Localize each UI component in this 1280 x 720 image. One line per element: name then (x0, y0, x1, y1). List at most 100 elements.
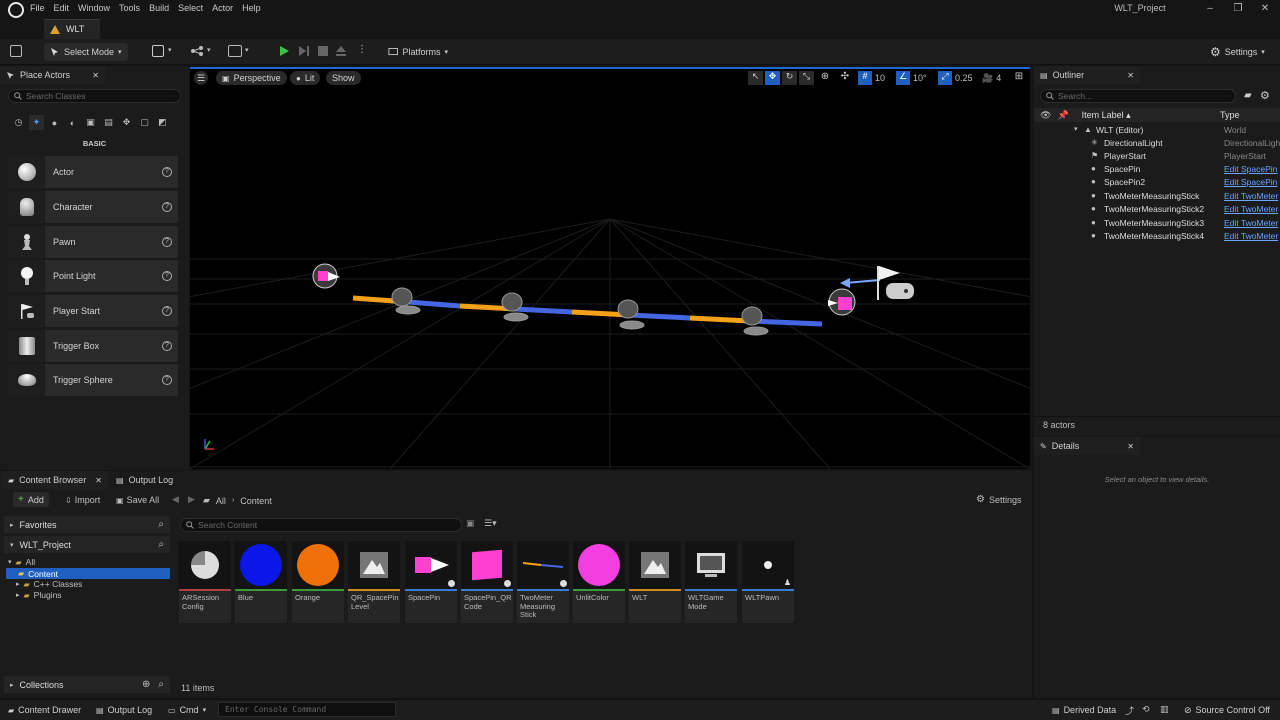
recent-icon[interactable]: ◷ (11, 115, 26, 130)
source-control-button[interactable]: ⊘ Source Control Off (1184, 703, 1270, 717)
tree-item-content[interactable]: ▰ Content (6, 568, 170, 579)
eject-button[interactable] (335, 45, 347, 57)
add-content-icon[interactable] (152, 45, 164, 57)
select-mode-dropdown[interactable]: Select Mode ▾ (44, 43, 128, 61)
filter-icon[interactable]: ☰▾ (484, 518, 497, 529)
asset-twometer-measuring-stick[interactable]: TwoMeter Measuring Stick (517, 541, 569, 623)
cinematics-icon[interactable] (228, 45, 242, 57)
content-settings-button[interactable]: ⚙ Settings (976, 494, 1022, 505)
checkout-icon[interactable]: ▥ (1160, 704, 1169, 715)
outliner-search-input[interactable]: Search... (1040, 89, 1236, 103)
edit-blueprint-link[interactable]: Edit SpacePin (1224, 177, 1280, 187)
viewport-menu-icon[interactable]: ☰ (194, 71, 208, 85)
shapes-icon[interactable]: ◐ (65, 115, 80, 130)
geometry-icon[interactable]: ◩ (155, 115, 170, 130)
revision-icon[interactable]: ⟲ (1142, 704, 1150, 715)
save-search-icon[interactable]: ▣ (466, 518, 475, 529)
breadcrumb-all[interactable]: All (216, 496, 226, 506)
all-classes-icon[interactable]: ▢ (137, 115, 152, 130)
play-button[interactable] (278, 45, 290, 57)
asset-qr-spacepin-level[interactable]: QR_SpacePin Level (348, 541, 400, 623)
select-tool-icon[interactable]: ↖ (748, 71, 763, 85)
show-dropdown[interactable]: Show (326, 71, 361, 85)
basic-category-icon[interactable]: ✦ (29, 115, 44, 130)
asset-spacepin[interactable]: SpacePin (405, 541, 457, 623)
actor-item-trigger-box[interactable]: Trigger Box ? (8, 330, 178, 362)
back-icon[interactable]: ◀ (172, 494, 179, 505)
chevron-down-icon[interactable]: ▾ (207, 46, 211, 54)
platforms-dropdown[interactable]: Platforms ▾ (382, 43, 454, 61)
unreal-logo-icon[interactable] (8, 2, 24, 18)
menu-select[interactable]: Select (178, 1, 212, 15)
menu-edit[interactable]: Edit (54, 1, 79, 15)
content-drawer-button[interactable]: ▰ Content Drawer (8, 703, 81, 717)
settings-dropdown[interactable]: ⚙ Settings ▾ (1204, 43, 1274, 61)
cinematic-icon[interactable]: ▣ (83, 115, 98, 130)
menu-build[interactable]: Build (149, 1, 178, 15)
menu-window[interactable]: Window (78, 1, 119, 15)
move-tool-icon[interactable]: ✥ (765, 71, 780, 85)
actor-item-player-start[interactable]: Player Start ? (8, 295, 178, 327)
close-icon[interactable]: ✕ (1127, 442, 1134, 451)
outliner-row-spacepin[interactable]: ● SpacePin Edit SpacePin (1036, 164, 1280, 177)
outliner-row-measuringstick4[interactable]: ● TwoMeterMeasuringStick4 Edit TwoMeter (1036, 231, 1280, 244)
edit-blueprint-link[interactable]: Edit TwoMeter (1224, 191, 1280, 201)
stop-icon[interactable] (318, 46, 328, 56)
outliner-row-directionallight[interactable]: ✳ DirectionalLight DirectionalLight (1036, 138, 1280, 151)
derived-data-button[interactable]: ▤ Derived Data (1052, 703, 1116, 717)
asset-spacepin-qr-code[interactable]: SpacePin_QR Code (461, 541, 513, 623)
step-button[interactable] (298, 45, 310, 57)
save-all-button[interactable]: ▣ Save All (116, 495, 159, 505)
scale-tool-icon[interactable]: ⤡ (799, 71, 814, 85)
edit-blueprint-link[interactable]: Edit TwoMeter (1224, 218, 1280, 228)
minimize-button[interactable]: – (1203, 3, 1217, 15)
outliner-row-measuringstick2[interactable]: ● TwoMeterMeasuringStick2 Edit TwoMeter (1036, 204, 1280, 217)
close-icon[interactable]: ✕ (1127, 71, 1134, 80)
folder-add-icon[interactable]: ▰ (1244, 90, 1252, 101)
volumes-icon[interactable]: ✥ (119, 115, 134, 130)
rotate-tool-icon[interactable]: ↻ (782, 71, 797, 85)
help-icon[interactable]: ? (162, 167, 172, 177)
outliner-row-world[interactable]: ▾ ▲ WLT (Editor) World (1036, 125, 1280, 138)
camera-speed-dropdown[interactable]: 🎥 4 (982, 71, 1001, 85)
outliner-row-measuringstick3[interactable]: ● TwoMeterMeasuringStick3 Edit TwoMeter (1036, 218, 1280, 231)
visibility-eye-icon[interactable]: 👁 (1040, 110, 1051, 121)
tab-place-actors[interactable]: Place Actors ✕ (0, 66, 105, 84)
expand-arrow-icon[interactable]: ▾ (1074, 125, 1078, 133)
rotation-snap-toggle[interactable]: ∠ 10° (896, 71, 927, 85)
asset-orange[interactable]: Orange (292, 541, 344, 623)
edit-blueprint-link[interactable]: Edit SpacePin (1224, 164, 1280, 174)
help-icon[interactable]: ? (162, 271, 172, 281)
level-viewport[interactable] (190, 67, 1030, 469)
save-icon[interactable] (10, 45, 22, 57)
maximize-button[interactable]: ❐ (1231, 3, 1245, 15)
favorites-header[interactable]: ▸ Favorites ⌕ (4, 516, 170, 533)
chevron-down-icon[interactable]: ▾ (245, 46, 249, 54)
blueprints-icon[interactable] (190, 45, 204, 57)
asset-wltgame-mode[interactable]: WLTGame Mode (685, 541, 737, 623)
lights-icon[interactable]: ● (47, 115, 62, 130)
asset-wlt[interactable]: WLT (629, 541, 681, 623)
close-window-button[interactable]: ✕ (1258, 3, 1272, 15)
column-type[interactable]: Type (1220, 110, 1240, 120)
tree-item-all[interactable]: ▾ ▰ All (8, 557, 35, 567)
menu-help[interactable]: Help (242, 1, 270, 15)
outliner-row-spacepin2[interactable]: ● SpacePin2 Edit SpacePin (1036, 177, 1280, 190)
add-collection-icon[interactable]: ⊕ (142, 679, 150, 690)
surface-snapping-icon[interactable]: ✣ (838, 71, 852, 85)
share-icon[interactable]: ⤴ (1125, 704, 1134, 717)
breadcrumb-content[interactable]: Content (240, 496, 272, 506)
tab-outliner[interactable]: ▤ Outliner ✕ (1034, 66, 1140, 84)
layout-icon[interactable]: ⊞ (1012, 71, 1026, 85)
tab-details[interactable]: ✎ Details ✕ (1034, 437, 1140, 455)
close-icon[interactable]: ✕ (95, 476, 102, 485)
actor-item-trigger-sphere[interactable]: Trigger Sphere ? (8, 364, 178, 396)
menu-file[interactable]: File (30, 1, 54, 15)
actor-item-pawn[interactable]: Pawn ? (8, 226, 178, 258)
actor-item-point-light[interactable]: Point Light ? (8, 260, 178, 292)
column-item-label[interactable]: Item Label ▴ (1082, 110, 1131, 121)
scale-snap-toggle[interactable]: ⤢ 0.25 (938, 71, 973, 85)
add-button[interactable]: + Add (13, 492, 49, 507)
edit-blueprint-link[interactable]: Edit TwoMeter (1224, 204, 1280, 214)
perspective-dropdown[interactable]: ▣ Perspective (216, 71, 287, 85)
